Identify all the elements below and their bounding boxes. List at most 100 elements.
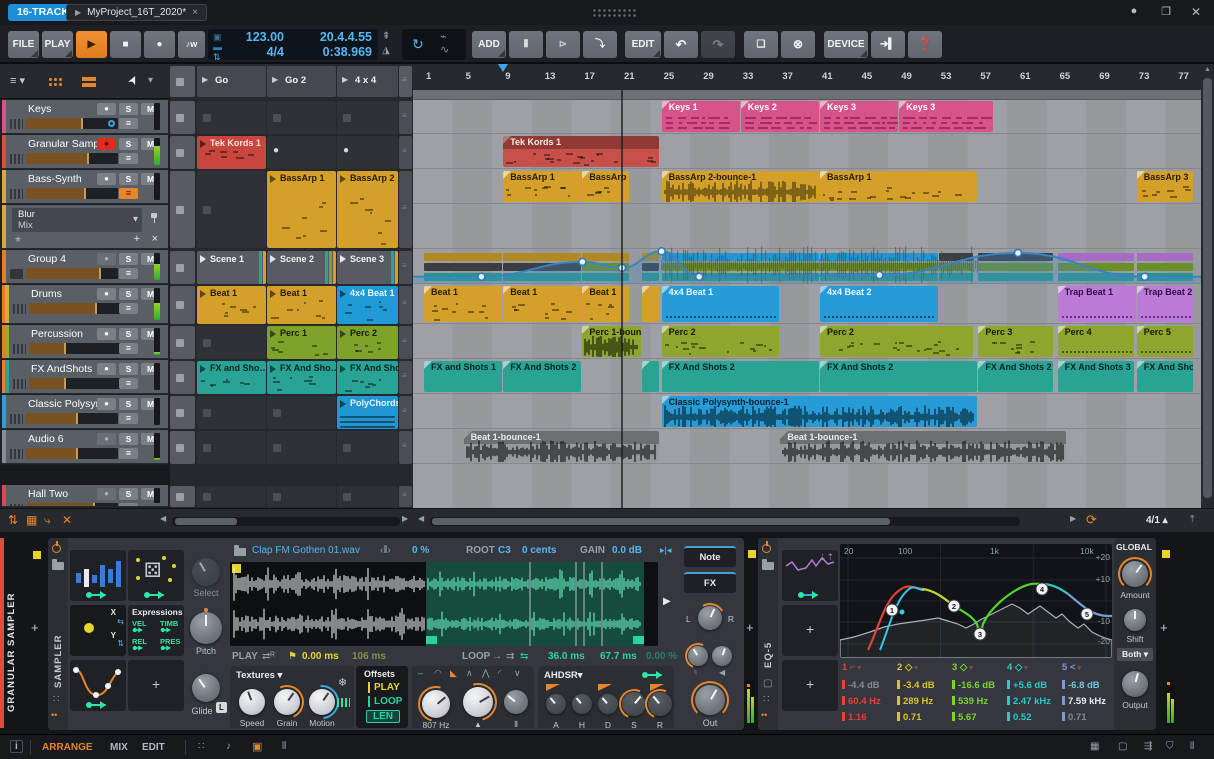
add-track-row[interactable]: + [0,465,170,485]
grain-shape-knob[interactable] [452,676,504,728]
delete-button[interactable]: ⊗ [781,31,815,58]
loop-off-icon[interactable]: → [492,651,502,662]
eq-band-gain[interactable]: +5.6 dB [1007,680,1047,691]
arranger-clip[interactable]: BassArp 3 [1136,171,1194,202]
device-menu-button[interactable]: DEVICE [824,31,868,58]
dual-display-icon[interactable]: ∷ [198,741,204,752]
sample-waveform-display[interactable] [230,562,658,646]
volume-slider[interactable] [26,153,118,164]
play-start-value[interactable]: 0.00 ms [302,651,339,662]
clip-stop-cell[interactable] [170,326,195,359]
env-a-knob[interactable] [546,694,566,714]
solo-button[interactable]: S [119,328,138,340]
env-s-knob[interactable] [614,684,654,724]
arranger-clip[interactable]: Beat 1-bounce-1 [463,431,659,462]
add-modulator-icon[interactable]: + [806,621,814,637]
duplicate-button[interactable]: ❏ [744,31,778,58]
eq-band-q[interactable]: 5.67 [952,712,977,723]
add-track-menu-button[interactable]: ADD [472,31,506,58]
launcher-clip[interactable]: Beat 1 [267,286,336,324]
arranger-clip[interactable]: 4x4 Beat 2 [820,286,938,322]
eq5-device-header[interactable]: EQ-5 ▢ ∷ •• [758,538,778,730]
stop-button[interactable]: ■ [110,31,141,58]
scene-play-icon[interactable]: ▶ [272,75,278,84]
time-selection-strip[interactable] [413,90,1201,100]
grain-shape-option[interactable]: ∨ [514,668,521,679]
glide-knob[interactable] [192,674,220,702]
add-device-right-icon[interactable]: + [1160,620,1168,635]
velocity-knob[interactable] [681,639,715,673]
play-length-value[interactable]: 106 ms [352,651,386,662]
voices-knob[interactable] [712,646,732,666]
sample-folder-icon[interactable] [234,545,246,556]
track-header[interactable]: Group 4 ● S M ≡ [2,250,168,284]
eq-band-freq[interactable]: 60.4 Hz [842,696,881,707]
view-tab-edit[interactable]: EDIT [142,742,165,753]
arranger-clip[interactable]: FX And Shots 2 [503,361,582,392]
global-output-knob[interactable] [1122,671,1148,697]
clip-slot-empty[interactable] [197,171,266,248]
arranger-clip[interactable]: Perc 2 [820,326,974,357]
eq-band-dropdown-icon[interactable]: ▾ [1022,665,1028,672]
chain-select-icon[interactable] [748,550,756,558]
tempo-value[interactable]: 123.00 [228,30,284,45]
chain-select-icon[interactable] [1162,550,1170,558]
eq-band-freq[interactable]: 289 Hz [897,696,933,707]
textures-mode-selector[interactable]: Textures ▾ [236,670,282,681]
arranger-toggle-icon[interactable] [82,77,96,87]
grain-freq-knob[interactable] [411,679,461,729]
scene-alt-header[interactable]: ≡ [399,66,412,97]
arranger-scroll-left-icon[interactable]: ◀ [418,514,424,523]
random-modulator-tile[interactable]: ⚄ [128,550,184,601]
launcher-clip[interactable]: FX And Sho [337,361,398,394]
project-panel-icon[interactable]: ▢ [1118,741,1127,752]
grain-shape-option[interactable]: ◜ [498,668,502,679]
loop-crossfade-value[interactable]: 0.00 % [646,651,677,662]
device-grid-icon[interactable]: ∷ [763,694,769,705]
launcher-clip[interactable]: BassArp 2 [337,171,398,248]
arranger-clip[interactable]: FX and Shots 1 [424,361,503,392]
track-height-icon[interactable]: ⇅ [8,513,18,527]
arranger-scroll-right-icon[interactable]: ▶ [1070,514,1076,523]
record-arm-button[interactable]: ● [97,173,116,185]
offset-len-label[interactable]: LEN [366,710,400,723]
eq-display[interactable]: 1 2 3 4 5 20 100 1k 10k +20 +10 -10 -20 [840,544,1112,658]
volume-slider[interactable] [29,378,121,389]
scene-alt-cell[interactable]: ≡ [399,101,412,134]
eq-band-gain[interactable]: -4.4 dB [842,680,880,691]
volume-slider[interactable] [29,303,121,314]
clear-icon[interactable]: ✕ [62,513,72,527]
arranger-clip[interactable]: Perc 5 [1136,326,1194,357]
arranger-clip[interactable]: Beat 1-bounce-1 [780,431,1067,462]
arranger-clip[interactable]: Beat 1 [424,286,503,322]
close-window-icon[interactable]: ✕ [1188,5,1204,19]
vscroll-handle[interactable] [1203,78,1212,498]
scene-alt-cell[interactable]: ≡ [399,136,412,169]
record-arm-button[interactable]: ● [97,328,116,340]
arranger-clip[interactable]: BassArp 1 [820,171,978,202]
sampler-device-header[interactable]: SAMPLER ∷ •• [48,538,68,730]
device-grid-icon[interactable]: ∷ [53,694,59,705]
help-button[interactable]: ❓ [908,31,942,58]
grain-knob[interactable] [265,680,309,724]
info-icon[interactable]: i [10,740,23,753]
clip-stop-cell[interactable] [170,396,195,429]
scene-alt-cell[interactable]: ≡ [399,171,412,248]
fx-chain-button[interactable]: FX [684,572,736,593]
clip-stop-cell[interactable] [170,171,195,248]
add-modulator-tile[interactable]: + [782,605,838,656]
cue-marker[interactable] [498,64,509,77]
track-header[interactable]: Hall Two●SM≡ [2,485,168,507]
launcher-clip[interactable]: BassArp 1 [267,171,336,248]
clip-stop-cell[interactable] [170,486,195,507]
grain-shape-option[interactable]: ◣ [450,668,457,679]
volume-slider[interactable] [26,413,118,424]
view-tab-arrange[interactable]: ARRANGE [42,742,93,753]
remove-automation-lane-icon[interactable]: × [152,233,158,245]
eq-band-q[interactable]: 0.71 [1062,712,1087,723]
mappings-panel-icon[interactable]: ⇶ [1144,741,1152,752]
track-header[interactable]: Classic Polysynth ● S M ≡ [2,395,168,429]
scene-play-icon[interactable]: ▶ [202,75,208,84]
arranger-clip[interactable]: 4x4 Beat 1 [661,286,780,322]
volume-slider[interactable] [26,188,118,199]
